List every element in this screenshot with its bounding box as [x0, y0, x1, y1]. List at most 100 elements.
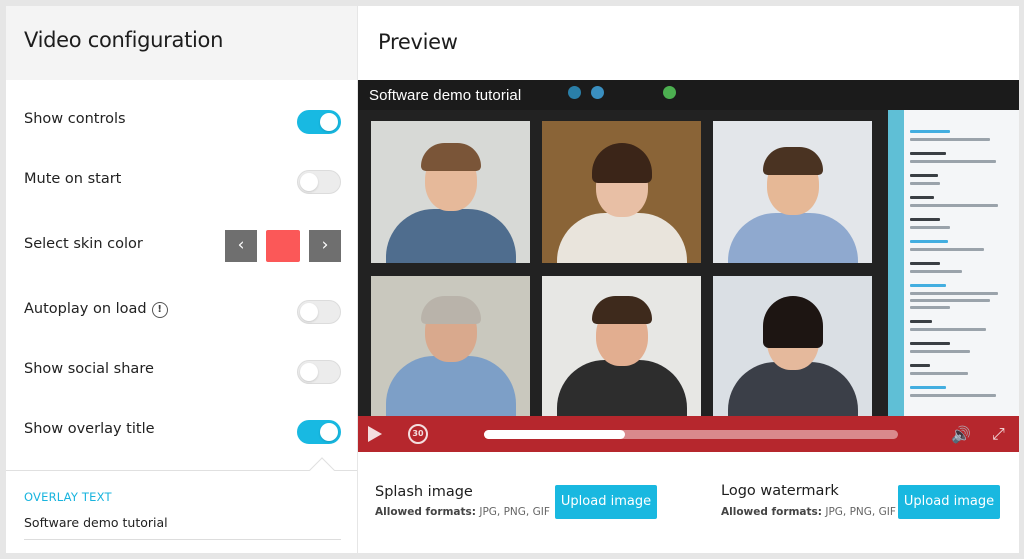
formats-label: Allowed formats:: [375, 506, 476, 518]
chat-line: [910, 306, 950, 309]
app-toolbar-icon: [568, 86, 581, 99]
chevron-right-icon: ›: [321, 235, 329, 255]
person-shape: [556, 213, 687, 263]
chat-line: [910, 174, 938, 177]
chat-line: [910, 226, 950, 229]
chat-sidebar: [888, 110, 904, 416]
setting-label: Mute on start: [24, 171, 122, 187]
participant-tile: [371, 121, 530, 263]
progress-fill: [484, 430, 625, 439]
progress-bar[interactable]: [484, 430, 898, 439]
toggle-knob: [320, 113, 338, 131]
splash-upload-button[interactable]: Upload image: [555, 485, 657, 519]
show-controls-toggle[interactable]: [297, 110, 341, 134]
chat-line: [910, 299, 990, 302]
splash-formats: Allowed formats: JPG, PNG, GIF: [375, 506, 550, 518]
chat-line: [910, 372, 968, 375]
chat-line: [910, 204, 998, 207]
volume-icon[interactable]: 🔊: [951, 425, 971, 444]
person-shape: [762, 147, 823, 175]
video-overlay-title: Software demo tutorial: [369, 87, 522, 104]
person-shape: [420, 296, 481, 324]
play-icon[interactable]: [368, 426, 382, 442]
chat-line: [910, 292, 998, 295]
chat-line: [910, 138, 990, 141]
app-toolbar-icon: [663, 86, 676, 99]
toggle-knob: [300, 173, 318, 191]
skin-color-swatch[interactable]: [266, 230, 300, 262]
participant-tile: [371, 276, 530, 418]
setting-autoplay: Autoplay on load!: [6, 292, 357, 332]
divider: [6, 470, 357, 471]
preview-panel: Preview Software demo tutorial 30 🔊 ⤢ Sp…: [358, 6, 1019, 553]
setting-label: Select skin color: [24, 236, 143, 252]
toggle-knob: [300, 303, 318, 321]
chat-line: [910, 218, 940, 221]
expand-caret: [309, 457, 335, 483]
participant-tile: [713, 121, 872, 263]
video-player[interactable]: Software demo tutorial 30 🔊 ⤢: [358, 80, 1019, 452]
setting-label: Show social share: [24, 361, 154, 377]
chat-line: [910, 248, 984, 251]
chat-line: [910, 328, 986, 331]
person-shape: [420, 143, 481, 171]
setting-show-controls: Show controls: [6, 102, 357, 142]
chat-line: [910, 350, 970, 353]
skin-prev-button[interactable]: ‹: [225, 230, 257, 262]
formats-label: Allowed formats:: [721, 506, 822, 518]
participant-tile: [542, 276, 701, 418]
fullscreen-icon[interactable]: ⤢: [992, 424, 1005, 444]
chat-line: [910, 284, 946, 287]
chat-line: [910, 320, 932, 323]
person-shape: [556, 360, 687, 418]
participant-tile: [542, 121, 701, 263]
person-shape: [591, 143, 652, 183]
chat-line: [910, 196, 934, 199]
video-controls-bar: 30 🔊 ⤢: [358, 416, 1019, 452]
setting-skin-color: Select skin color: [6, 227, 357, 267]
rewind-30-icon[interactable]: 30: [408, 424, 428, 444]
chat-line: [910, 386, 946, 389]
setting-label: Show controls: [24, 111, 126, 127]
logo-watermark-title: Logo watermark: [721, 483, 839, 499]
logo-upload-button[interactable]: Upload image: [898, 485, 1000, 519]
formats-value: JPG, PNG, GIF: [825, 506, 896, 518]
panel-header: Preview: [358, 6, 1019, 80]
toggle-knob: [300, 363, 318, 381]
person-shape: [727, 213, 858, 263]
chevron-left-icon: ‹: [237, 235, 245, 255]
person-shape: [385, 356, 516, 418]
setting-overlay-title: Show overlay title: [6, 412, 357, 452]
mute-on-start-toggle[interactable]: [297, 170, 341, 194]
autoplay-toggle[interactable]: [297, 300, 341, 324]
info-icon[interactable]: !: [151, 302, 168, 318]
panel-title: Preview: [378, 30, 458, 54]
chat-line: [910, 262, 940, 265]
setting-label: Autoplay on load!: [24, 301, 168, 318]
setting-social-share: Show social share: [6, 352, 357, 392]
toggle-knob: [320, 423, 338, 441]
app-toolbar-icon: [591, 86, 604, 99]
chat-line: [910, 342, 950, 345]
chat-line: [910, 364, 930, 367]
video-configuration-panel: Video configuration Show controls Mute o…: [6, 6, 357, 553]
skin-next-button[interactable]: ›: [309, 230, 341, 262]
person-shape: [385, 209, 516, 263]
chat-line: [910, 182, 940, 185]
formats-value: JPG, PNG, GIF: [479, 506, 550, 518]
chat-line: [910, 240, 948, 243]
setting-label: Show overlay title: [24, 421, 155, 437]
overlay-text-input[interactable]: Software demo tutorial: [24, 512, 341, 540]
chat-line: [910, 130, 950, 133]
chat-line: [910, 160, 996, 163]
chat-line: [910, 270, 962, 273]
chat-line: [910, 394, 996, 397]
panel-title: Video configuration: [24, 28, 224, 52]
person-shape: [727, 362, 858, 418]
overlay-title-toggle[interactable]: [297, 420, 341, 444]
logo-formats: Allowed formats: JPG, PNG, GIF: [721, 506, 896, 518]
social-share-toggle[interactable]: [297, 360, 341, 384]
setting-mute-on-start: Mute on start: [6, 162, 357, 202]
person-shape: [591, 296, 652, 324]
panel-header: Video configuration: [6, 6, 357, 80]
